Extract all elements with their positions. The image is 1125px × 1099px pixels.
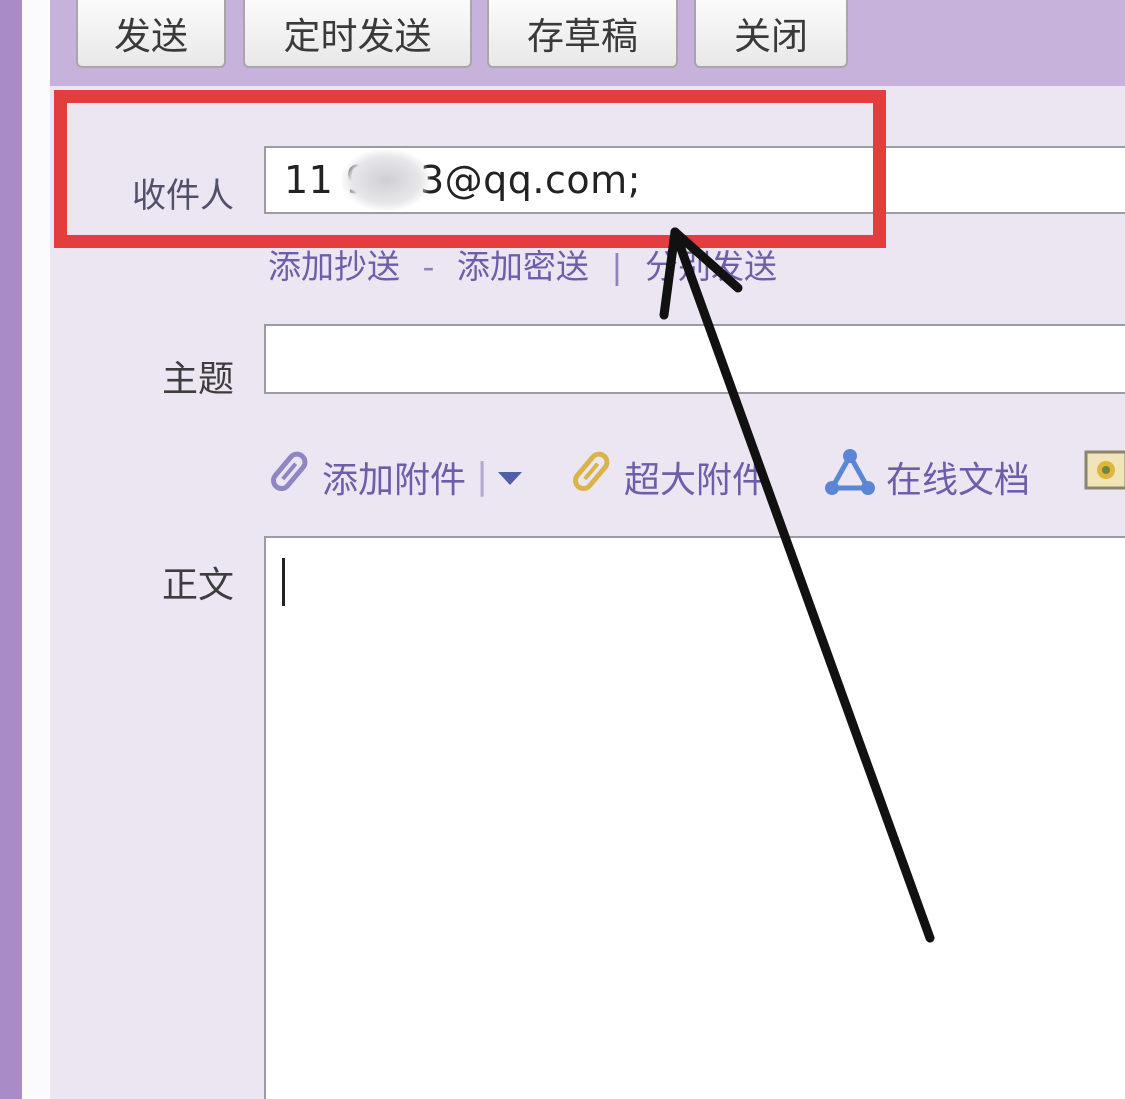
privacy-blur <box>342 150 430 210</box>
triangle-nodes-icon <box>824 448 876 505</box>
compose-toolbar: 发送 定时发送 存草稿 关闭 <box>50 0 1125 86</box>
body-label: 正文 <box>161 565 234 606</box>
large-attachment-label: 超大附件 <box>624 459 769 501</box>
subject-label: 主题 <box>161 359 234 400</box>
add-cc-link[interactable]: 添加抄送 <box>268 247 400 286</box>
subject-input[interactable] <box>264 324 1125 394</box>
link-dash: - <box>422 247 435 286</box>
send-button[interactable]: 发送 <box>76 0 226 68</box>
separate-send-link[interactable]: 分别发送 <box>645 247 777 286</box>
gold-paperclip-icon <box>570 448 614 505</box>
caret-down-icon[interactable] <box>496 456 524 497</box>
paperclip-icon <box>268 448 312 505</box>
online-docs-label: 在线文档 <box>886 459 1031 501</box>
image-icon <box>1084 448 1125 501</box>
window-left-border <box>0 0 22 1099</box>
recipient-options: 添加抄送 - 添加密送 | 分别发送 <box>268 240 777 288</box>
recipient-input[interactable]: 11⁠⁠ 9443@qq.com; <box>264 146 1125 214</box>
scheduled-send-button[interactable]: 定时发送 <box>243 0 472 68</box>
add-attachment-label: 添加附件 <box>322 459 467 501</box>
online-docs-button[interactable]: 在线文档 <box>824 448 1030 505</box>
save-draft-button[interactable]: 存草稿 <box>487 0 678 68</box>
attachment-divider: | <box>476 456 489 497</box>
window-left-gap <box>22 0 50 1099</box>
recipient-value: 11⁠⁠ 9443@qq.com; <box>284 158 641 202</box>
close-button[interactable]: 关闭 <box>694 0 848 68</box>
recipient-label: 收件人 <box>132 176 234 216</box>
link-divider: | <box>611 247 623 286</box>
insert-image-button[interactable] <box>1084 448 1125 501</box>
large-attachment-button[interactable]: 超大附件 <box>570 448 768 505</box>
add-bcc-link[interactable]: 添加密送 <box>457 247 589 286</box>
text-caret <box>282 558 285 606</box>
mail-compose-screen: 发送 定时发送 存草稿 关闭 收件人 11⁠⁠ 9443@qq.com; 主题 … <box>0 0 1125 1099</box>
body-editor[interactable] <box>264 536 1125 1099</box>
add-attachment-button[interactable]: 添加附件 | <box>268 448 524 505</box>
